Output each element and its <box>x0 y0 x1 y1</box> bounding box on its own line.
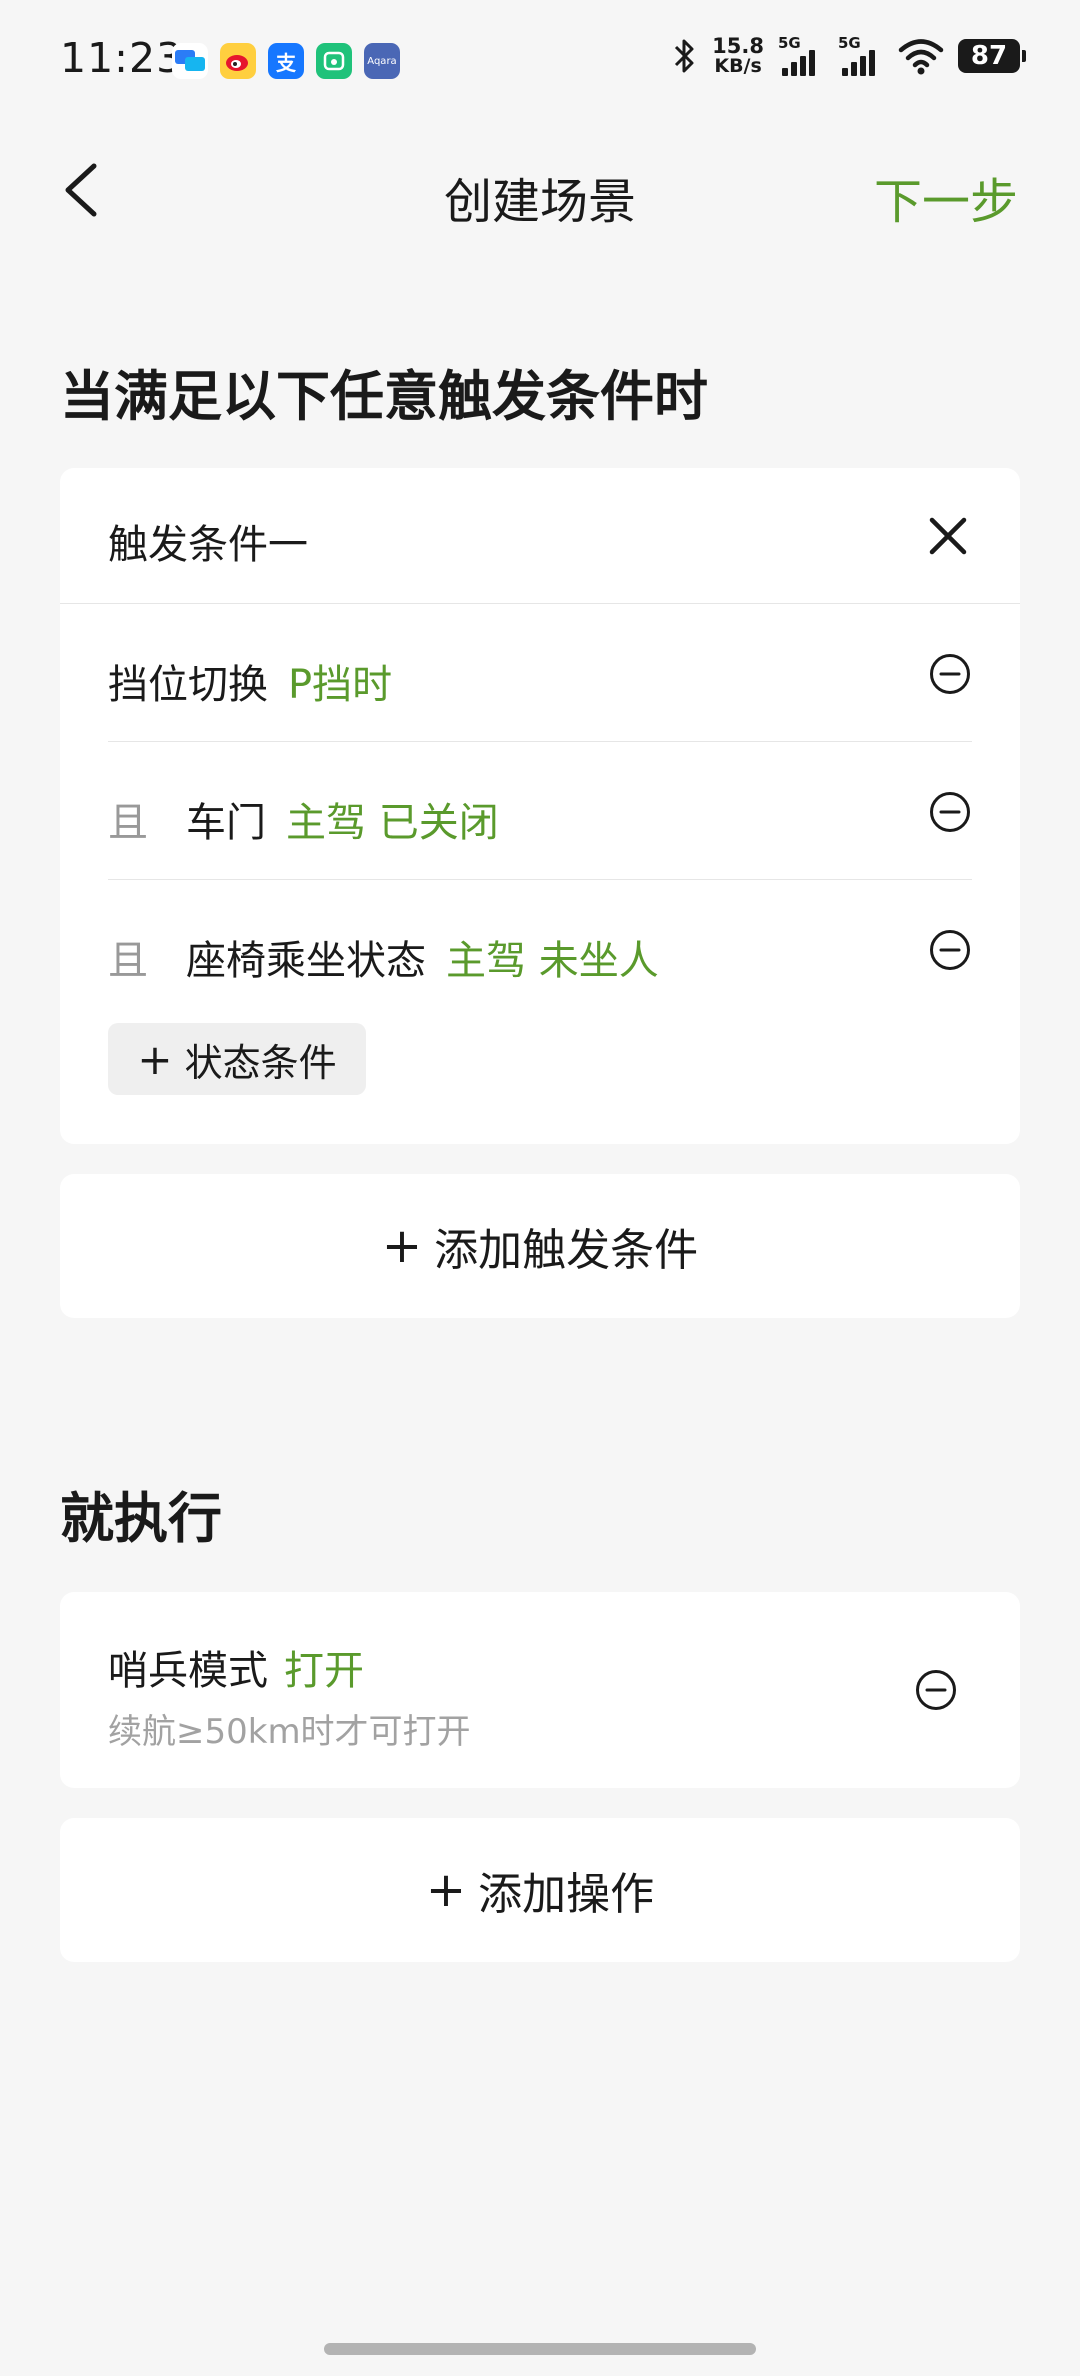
condition-row[interactable]: 且 座椅乘坐状态 主驾 未坐人 <box>108 880 972 1018</box>
home-indicator[interactable] <box>324 2343 756 2355</box>
message-app-icon <box>172 43 208 79</box>
remove-condition-button[interactable] <box>928 790 972 834</box>
condition-row[interactable]: 挡位切换 P挡时 <box>108 604 972 742</box>
condition-value: P挡时 <box>288 662 393 708</box>
remove-action-button[interactable] <box>914 1668 958 1712</box>
delete-trigger-button[interactable] <box>924 512 972 560</box>
wifi-icon <box>898 39 944 75</box>
create-scene-page: 11:23 支 Aqara 15.8 KB/s 5G 5G 87 创建场景 下一… <box>0 0 1080 2376</box>
action-section-title: 就执行 <box>60 1487 222 1550</box>
close-icon <box>929 517 967 555</box>
action-card[interactable]: 哨兵模式 打开 续航≥50km时才可打开 <box>60 1592 1020 1788</box>
and-label: 且 <box>108 938 148 984</box>
action-name: 哨兵模式 <box>108 1648 268 1694</box>
trigger-section-title: 当满足以下任意触发条件时 <box>60 365 708 428</box>
condition-value: 主驾 已关闭 <box>286 800 499 846</box>
alipay-icon: 支 <box>268 43 304 79</box>
condition-value: 主驾 未坐人 <box>446 938 659 984</box>
battery-indicator: 87 <box>958 39 1026 73</box>
action-note: 续航≥50km时才可打开 <box>108 1712 471 1752</box>
remove-condition-button[interactable] <box>928 652 972 696</box>
condition-name: 座椅乘坐状态 <box>186 938 426 984</box>
plus-icon: + <box>381 1218 423 1274</box>
aqara-icon: Aqara <box>364 43 400 79</box>
condition-row[interactable]: 且 车门 主驾 已关闭 <box>108 742 972 880</box>
minus-circle-icon <box>930 792 970 832</box>
next-step-button[interactable]: 下一步 <box>874 162 1018 232</box>
and-label: 且 <box>108 800 148 846</box>
condition-name: 车门 <box>186 800 266 846</box>
plus-icon: + <box>137 1034 173 1084</box>
trigger-card: 触发条件一 挡位切换 P挡时 且 车门 主驾 已关闭 且 座椅乘坐状态 主驾 未… <box>60 468 1020 1144</box>
add-state-condition-button[interactable]: + 状态条件 <box>108 1023 366 1095</box>
signal-strength-icon: 5G <box>778 34 824 76</box>
status-bar: 11:23 支 Aqara 15.8 KB/s 5G 5G 87 <box>0 0 1080 120</box>
minus-circle-icon <box>916 1670 956 1710</box>
mijia-icon <box>316 43 352 79</box>
status-time: 11:23 <box>60 34 184 82</box>
trigger-card-title: 触发条件一 <box>108 522 308 568</box>
signal-strength-icon: 5G <box>838 34 884 76</box>
minus-circle-icon <box>930 654 970 694</box>
remove-condition-button[interactable] <box>928 928 972 972</box>
add-trigger-button[interactable]: + 添加触发条件 <box>60 1174 1020 1318</box>
bluetooth-icon <box>675 39 694 73</box>
action-value: 打开 <box>284 1648 364 1694</box>
trigger-card-header: 触发条件一 <box>60 468 1020 604</box>
status-indicators: 15.8 KB/s 5G 5G 87 <box>672 34 1026 77</box>
plus-icon: + <box>425 1862 467 1918</box>
notification-icons: 支 Aqara <box>172 43 400 79</box>
weibo-icon <box>220 43 256 79</box>
net-speed: 15.8 KB/s <box>712 34 764 77</box>
minus-circle-icon <box>930 930 970 970</box>
condition-name: 挡位切换 <box>108 662 268 708</box>
header: 创建场景 下一步 <box>0 140 1080 240</box>
add-action-button[interactable]: + 添加操作 <box>60 1818 1020 1962</box>
